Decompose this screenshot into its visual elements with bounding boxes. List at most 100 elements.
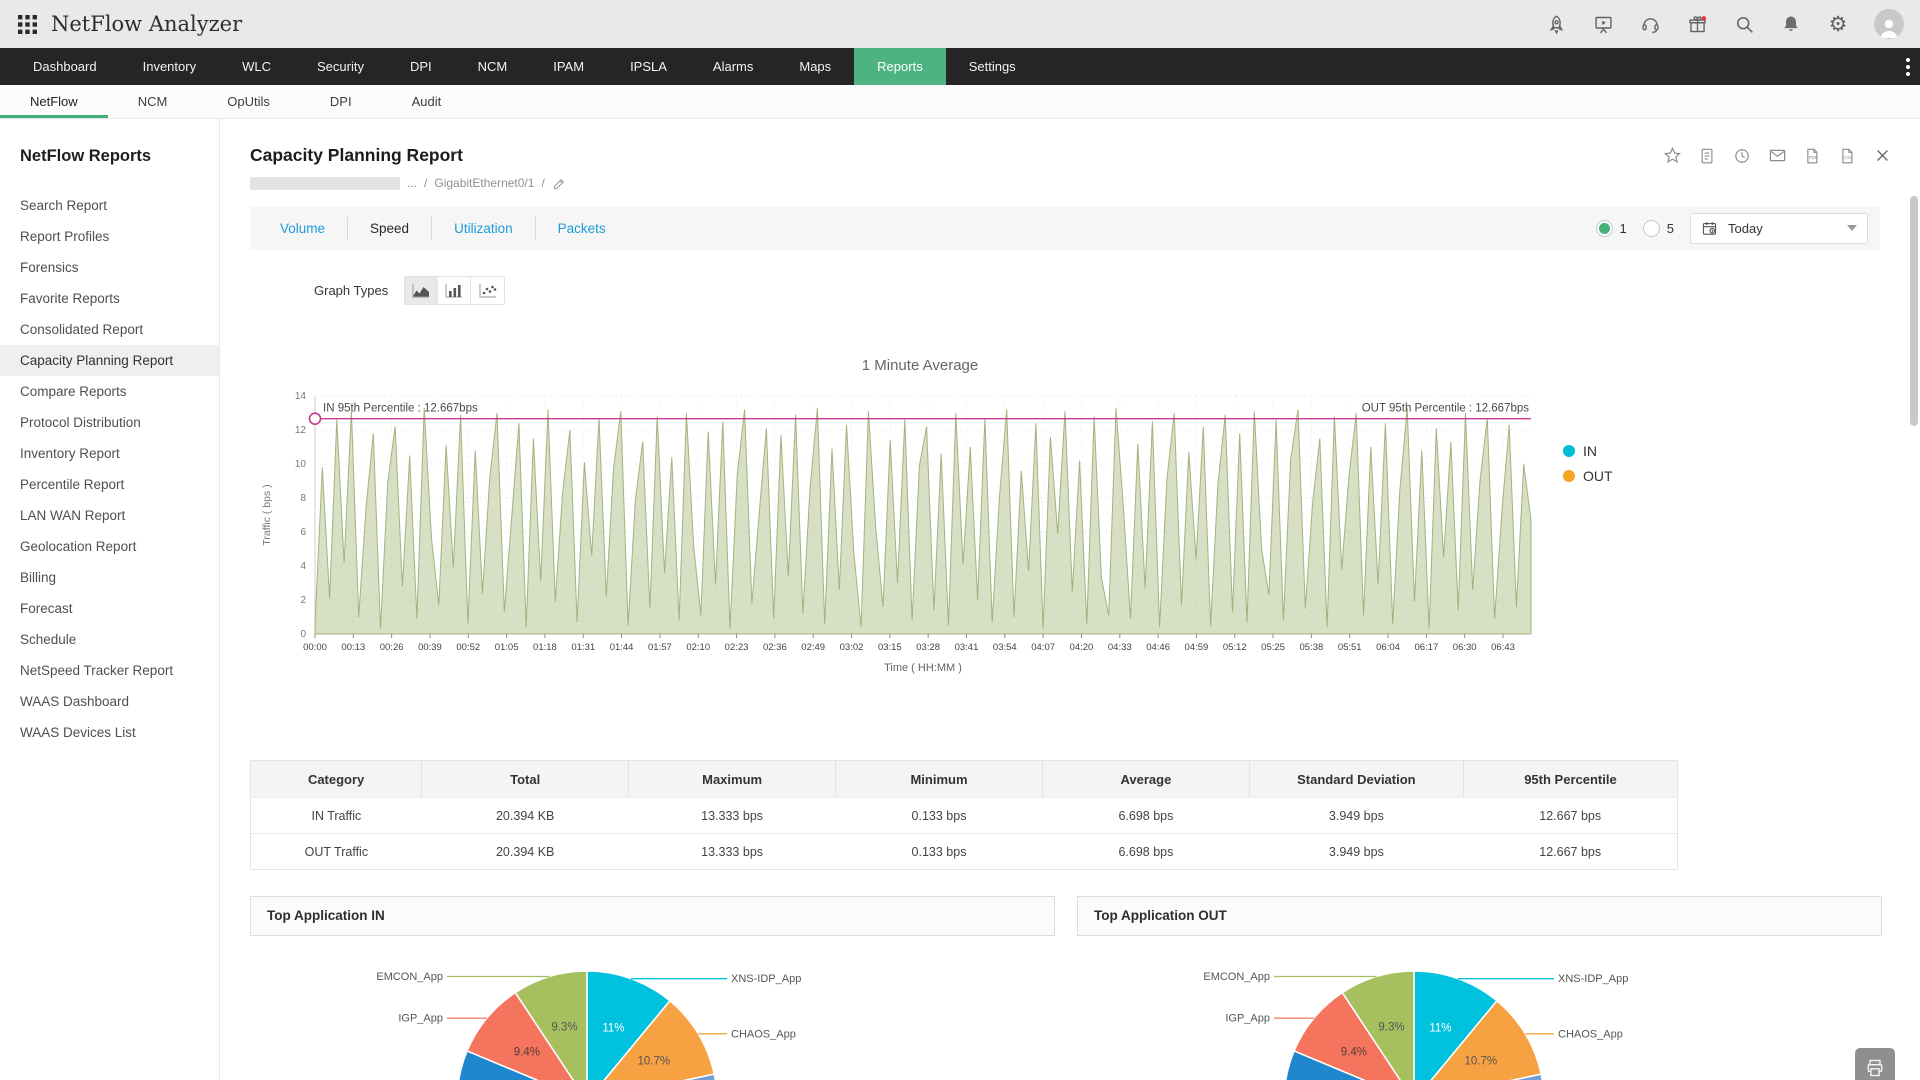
svg-text:01:44: 01:44: [610, 642, 634, 653]
top-application-out-pie[interactable]: 11%XNS-IDP_App10.7%CHAOS_App10.4%CBT_App…: [1077, 936, 1882, 1080]
tab-packets[interactable]: Packets: [535, 217, 628, 241]
legend-item-out[interactable]: OUT: [1563, 468, 1613, 484]
nav-item-inventory[interactable]: Inventory: [120, 48, 219, 85]
sidebar-item-geolocation-report[interactable]: Geolocation Report: [0, 531, 219, 562]
sidebar-title: NetFlow Reports: [20, 147, 219, 166]
nav-item-alarms[interactable]: Alarms: [690, 48, 776, 85]
sidebar-item-inventory-report[interactable]: Inventory Report: [0, 438, 219, 469]
sidebar-item-billing[interactable]: Billing: [0, 562, 219, 593]
svg-text:0: 0: [300, 629, 306, 640]
sidebar-item-schedule[interactable]: Schedule: [0, 624, 219, 655]
radio-label: 1: [1620, 221, 1627, 236]
presentation-icon[interactable]: [1592, 13, 1614, 35]
sidebar-item-forensics[interactable]: Forensics: [0, 252, 219, 283]
pie-percent-label: 9.4%: [514, 1046, 540, 1058]
sub-nav: NetFlowNCMOpUtilsDPIAudit: [0, 85, 1920, 119]
graph-type-bar-chart-icon[interactable]: [438, 277, 471, 304]
breadcrumb-interface[interactable]: GigabitEthernet0/1: [434, 176, 534, 190]
pie-callout-label: CHAOS_App: [1558, 1028, 1623, 1040]
sidebar-item-consolidated-report[interactable]: Consolidated Report: [0, 314, 219, 345]
nav-item-dashboard[interactable]: Dashboard: [10, 48, 120, 85]
interval-radio-1[interactable]: 1: [1596, 220, 1627, 237]
traffic-chart-section: 1 Minute Average 0246810121400:0000:1300…: [250, 357, 1630, 742]
graph-type-scatter-chart-icon[interactable]: [471, 277, 504, 304]
tab-volume[interactable]: Volume: [258, 217, 347, 241]
edit-pencil-icon[interactable]: [552, 175, 568, 191]
nav-item-maps[interactable]: Maps: [776, 48, 854, 85]
pie-percent-label: 9.3%: [551, 1021, 577, 1033]
schedule-history-icon[interactable]: [1732, 146, 1752, 166]
nav-item-ipam[interactable]: IPAM: [530, 48, 607, 85]
sidebar-item-search-report[interactable]: Search Report: [0, 190, 219, 221]
star-icon[interactable]: [1662, 146, 1682, 166]
headset-icon[interactable]: [1639, 13, 1661, 35]
sidebar-item-favorite-reports[interactable]: Favorite Reports: [0, 283, 219, 314]
nav-item-security[interactable]: Security: [294, 48, 387, 85]
nav-item-reports[interactable]: Reports: [854, 48, 946, 85]
top-application-in-pie[interactable]: 11%XNS-IDP_App10.7%CHAOS_App10.4%CBT_App…: [250, 936, 1055, 1080]
search-icon[interactable]: [1733, 13, 1755, 35]
apps-grid-icon[interactable]: [16, 13, 38, 35]
svg-text:00:26: 00:26: [380, 642, 404, 653]
nav-item-wlc[interactable]: WLC: [219, 48, 294, 85]
csv-export-icon[interactable]: CSV: [1837, 146, 1857, 166]
svg-text:02:36: 02:36: [763, 642, 787, 653]
table-cell: 13.333 bps: [629, 834, 836, 870]
legend-item-in[interactable]: IN: [1563, 443, 1613, 459]
avatar[interactable]: [1874, 9, 1904, 39]
mail-icon[interactable]: [1767, 146, 1787, 166]
subnav-item-dpi[interactable]: DPI: [300, 85, 382, 118]
legend-label: OUT: [1583, 468, 1613, 484]
sidebar-item-capacity-planning-report[interactable]: Capacity Planning Report: [0, 345, 219, 376]
chevron-down-icon: [1847, 225, 1857, 232]
pie-callout-label: IGP_App: [1225, 1013, 1270, 1025]
sidebar-item-waas-devices-list[interactable]: WAAS Devices List: [0, 717, 219, 748]
sidebar-item-waas-dashboard[interactable]: WAAS Dashboard: [0, 686, 219, 717]
print-button[interactable]: [1855, 1048, 1895, 1080]
rocket-icon[interactable]: [1545, 13, 1567, 35]
subnav-item-netflow[interactable]: NetFlow: [0, 85, 108, 118]
traffic-area-chart[interactable]: 0246810121400:0000:1300:2600:3900:5201:0…: [250, 386, 1590, 686]
close-icon[interactable]: [1872, 146, 1892, 166]
report-action-icons: PDF CSV: [1662, 146, 1892, 166]
interval-radio-5[interactable]: 5: [1643, 220, 1674, 237]
gear-icon[interactable]: ⚙: [1827, 13, 1849, 35]
pie-callout-label: IGP_App: [398, 1013, 443, 1025]
bell-icon[interactable]: [1780, 13, 1802, 35]
sidebar-item-forecast[interactable]: Forecast: [0, 593, 219, 624]
pdf-export-icon[interactable]: PDF: [1802, 146, 1822, 166]
kebab-menu-icon[interactable]: [1906, 48, 1910, 85]
panel-title-in: Top Application IN: [250, 896, 1055, 936]
date-range-picker[interactable]: Today: [1690, 213, 1868, 244]
radio-label: 5: [1667, 221, 1674, 236]
nav-item-settings[interactable]: Settings: [946, 48, 1039, 85]
table-cell: 6.698 bps: [1042, 798, 1249, 834]
report-doc-icon[interactable]: [1697, 146, 1717, 166]
sidebar-item-report-profiles[interactable]: Report Profiles: [0, 221, 219, 252]
sidebar-item-netspeed-tracker-report[interactable]: NetSpeed Tracker Report: [0, 655, 219, 686]
y-axis-label: Traffic ( bps ): [261, 484, 273, 545]
sidebar-item-percentile-report[interactable]: Percentile Report: [0, 469, 219, 500]
nav-item-ncm[interactable]: NCM: [455, 48, 531, 85]
nav-item-ipsla[interactable]: IPSLA: [607, 48, 690, 85]
report-tab-strip: VolumeSpeedUtilizationPackets 1 5 Today: [250, 207, 1880, 250]
report-content: Capacity Planning Report PDFCSV ... / Gi…: [220, 119, 1920, 1080]
vertical-scrollbar[interactable]: [1910, 196, 1918, 426]
sidebar-item-compare-reports[interactable]: Compare Reports: [0, 376, 219, 407]
tab-utilization[interactable]: Utilization: [431, 217, 535, 241]
subnav-item-oputils[interactable]: OpUtils: [197, 85, 300, 118]
legend-label: IN: [1583, 443, 1597, 459]
graph-type-area-chart-icon[interactable]: [405, 277, 438, 304]
nav-item-dpi[interactable]: DPI: [387, 48, 455, 85]
svg-text:05:25: 05:25: [1261, 642, 1285, 653]
sidebar-item-lan-wan-report[interactable]: LAN WAN Report: [0, 500, 219, 531]
table-header-standard-deviation: Standard Deviation: [1249, 761, 1463, 798]
subnav-item-audit[interactable]: Audit: [382, 85, 472, 118]
svg-text:04:59: 04:59: [1185, 642, 1209, 653]
svg-text:03:41: 03:41: [955, 642, 979, 653]
gift-icon[interactable]: [1686, 13, 1708, 35]
top-application-in-panel: Top Application IN 11%XNS-IDP_App10.7%CH…: [250, 896, 1055, 1080]
tab-speed[interactable]: Speed: [347, 217, 431, 241]
sidebar-item-protocol-distribution[interactable]: Protocol Distribution: [0, 407, 219, 438]
subnav-item-ncm[interactable]: NCM: [108, 85, 198, 118]
